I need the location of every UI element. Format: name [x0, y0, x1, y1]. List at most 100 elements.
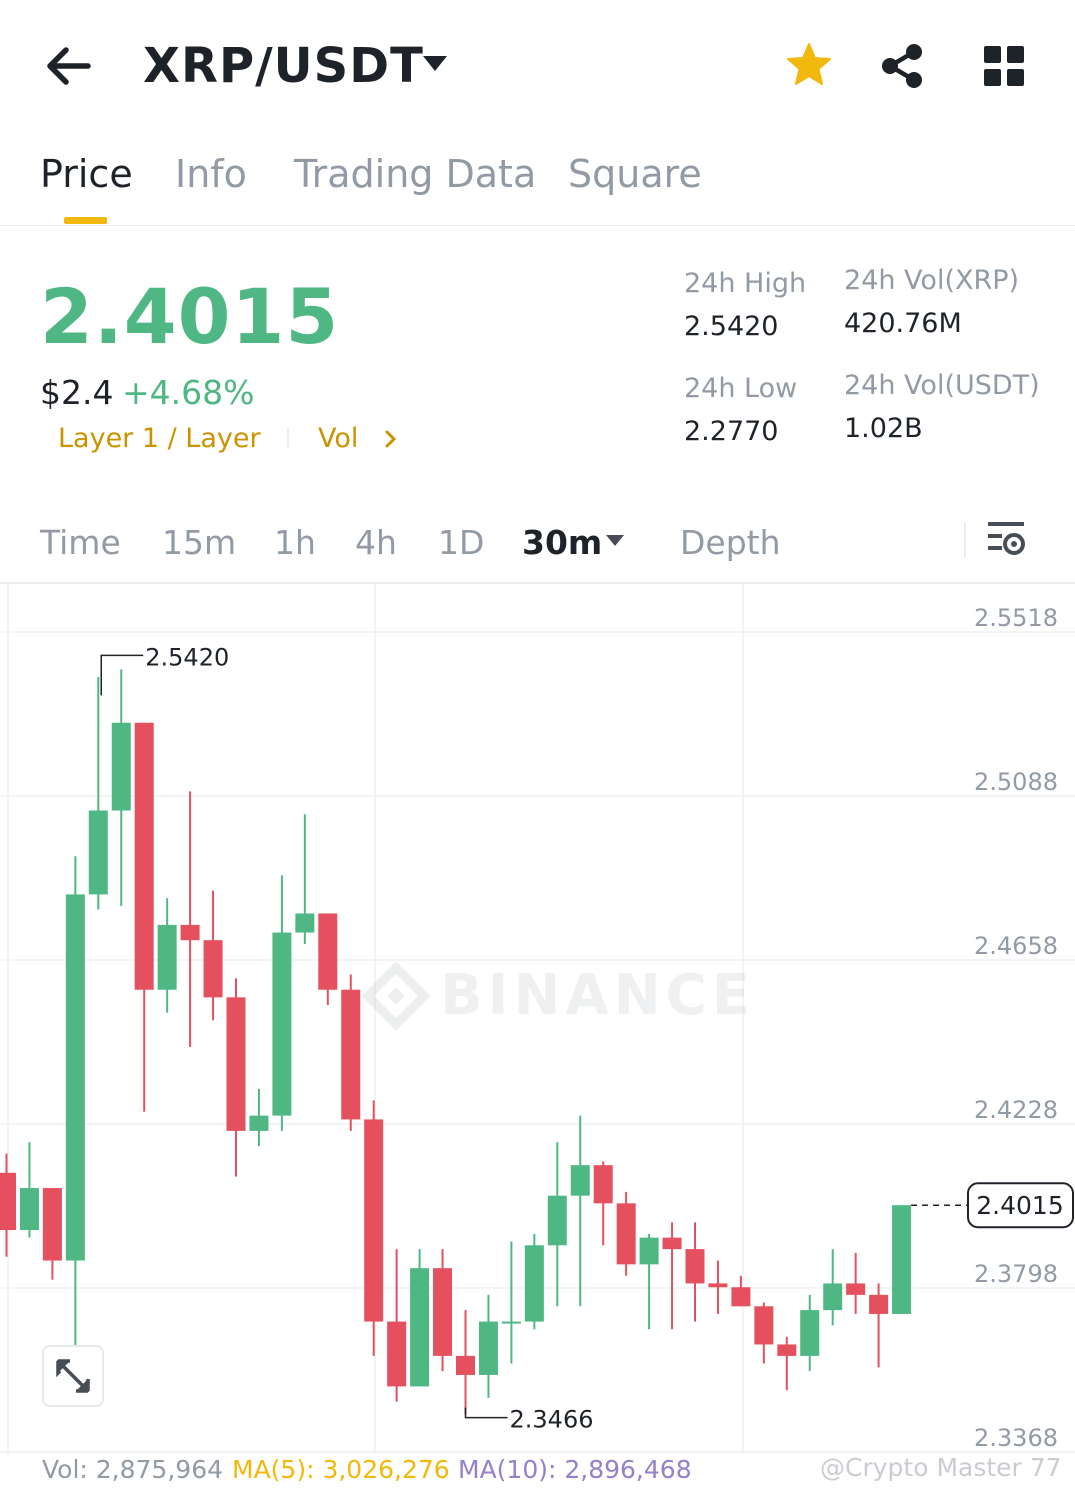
- stat-24h-high: 2.5420: [684, 311, 779, 342]
- fullscreen-button[interactable]: [42, 1345, 104, 1407]
- candle-body: [524, 1245, 544, 1322]
- stat-24h-vol-xrp-label: 24h Vol(XRP): [844, 265, 1020, 296]
- candle-body: [42, 1188, 62, 1261]
- candle-body: [157, 924, 177, 990]
- candle-body: [777, 1344, 797, 1356]
- pair-selector[interactable]: [420, 52, 450, 76]
- candle-body: [341, 989, 361, 1120]
- candlestick-chart[interactable]: BINANCE 2.5420 2.3466 2.5518 2.5088 2.4658 2…: [0, 584, 1075, 1454]
- last-price: 2.4015: [40, 272, 340, 361]
- author-watermark: @Crypto Master 77: [820, 1453, 1062, 1482]
- expand-icon: [56, 1359, 90, 1393]
- interval-30m[interactable]: 30m: [522, 523, 602, 562]
- share-icon: [882, 44, 922, 88]
- candle-body: [478, 1321, 498, 1375]
- y-axis-label: 2.4658: [974, 932, 1058, 960]
- candle-body: [708, 1283, 728, 1288]
- candle-body: [662, 1237, 682, 1250]
- candle-body: [547, 1195, 567, 1246]
- y-axis-label: 2.3368: [974, 1424, 1058, 1452]
- interval-15m[interactable]: 15m: [162, 523, 236, 562]
- candle-body: [203, 940, 223, 998]
- candle-body: [0, 1172, 16, 1231]
- category-tag[interactable]: Layer 1 / Layer: [58, 423, 261, 454]
- tab-divider: [0, 225, 1075, 226]
- binance-watermark: BINANCE: [361, 961, 755, 1031]
- y-axis-label: 2.5088: [974, 768, 1058, 796]
- tag-separator: [287, 428, 289, 448]
- stat-24h-vol-usdt-label: 24h Vol(USDT): [844, 370, 1040, 401]
- price-change-percent: +4.68%: [122, 373, 255, 412]
- candle-body: [272, 932, 292, 1116]
- candle-body: [180, 924, 200, 941]
- binance-watermark-text: BINANCE: [440, 963, 755, 1028]
- candle-body: [823, 1283, 843, 1311]
- candle-body: [754, 1306, 774, 1345]
- high-marker-label: 2.5420: [145, 643, 229, 671]
- caret-down-icon: [423, 56, 447, 71]
- usd-price: $2.4: [40, 373, 114, 412]
- interval-1h[interactable]: 1h: [274, 523, 316, 562]
- candle-body: [616, 1203, 636, 1265]
- candle-body: [731, 1287, 751, 1307]
- share-button[interactable]: [878, 42, 926, 90]
- low-marker-line: [464, 1407, 508, 1419]
- tab-info[interactable]: Info: [175, 152, 247, 196]
- y-axis-label: 2.5518: [974, 604, 1058, 632]
- candle-body: [892, 1205, 912, 1314]
- ma5-readout: MA(5): 3,026,276: [232, 1455, 450, 1484]
- candle-body: [19, 1188, 39, 1231]
- chevron-right-icon[interactable]: [382, 428, 400, 450]
- y-axis-label: 2.4228: [974, 1096, 1058, 1124]
- candle-body: [134, 722, 154, 990]
- stat-24h-vol-xrp: 420.76M: [844, 308, 962, 339]
- vol-tag[interactable]: Vol: [318, 423, 358, 454]
- tab-trading-data[interactable]: Trading Data: [294, 152, 536, 196]
- candle-body: [318, 913, 338, 990]
- interval-depth[interactable]: Depth: [680, 523, 781, 562]
- active-tab-indicator: [64, 217, 107, 224]
- stat-24h-low: 2.2770: [684, 416, 779, 447]
- back-arrow-icon: [47, 47, 91, 85]
- candle-body: [226, 997, 246, 1131]
- interval-1d[interactable]: 1D: [438, 523, 484, 562]
- candle-body: [410, 1268, 430, 1387]
- pair-title[interactable]: XRP/USDT: [143, 38, 424, 94]
- low-marker-label: 2.3466: [510, 1406, 594, 1434]
- candle-body: [800, 1310, 820, 1356]
- chart-settings-button[interactable]: [986, 520, 1030, 560]
- candle-body: [111, 722, 131, 811]
- volume-readout: Vol: 2,875,964: [42, 1455, 224, 1484]
- ma10-readout: MA(10): 2,896,468: [458, 1455, 692, 1484]
- interval-separator: [964, 522, 966, 558]
- candle-body: [869, 1294, 889, 1314]
- candle-body: [846, 1283, 866, 1295]
- candle-body: [593, 1165, 613, 1204]
- interval-time[interactable]: Time: [40, 523, 121, 562]
- candle-body: [501, 1321, 521, 1324]
- stat-24h-low-label: 24h Low: [684, 373, 798, 404]
- more-menu-button[interactable]: [982, 44, 1026, 88]
- candle-body: [685, 1249, 705, 1284]
- stat-24h-high-label: 24h High: [684, 268, 807, 299]
- grid-icon: [984, 46, 1024, 86]
- current-price-label: 2.4015: [976, 1191, 1063, 1220]
- candle-body: [639, 1237, 659, 1265]
- candle-body: [65, 894, 85, 1261]
- interval-dropdown[interactable]: [604, 532, 626, 550]
- candle-body: [456, 1355, 475, 1375]
- caret-down-icon: [606, 535, 624, 546]
- tab-price[interactable]: Price: [40, 152, 133, 196]
- candle-body: [570, 1165, 590, 1196]
- star-icon: [787, 43, 831, 85]
- candle-body: [249, 1115, 269, 1131]
- y-axis-label: 2.3798: [974, 1260, 1058, 1288]
- interval-4h[interactable]: 4h: [355, 523, 397, 562]
- back-button[interactable]: [40, 40, 96, 92]
- stat-24h-vol-usdt: 1.02B: [844, 413, 923, 444]
- favorite-button[interactable]: [784, 40, 834, 90]
- candle-body: [387, 1321, 407, 1387]
- tab-square[interactable]: Square: [568, 152, 702, 196]
- chart-settings-icon: [988, 522, 1025, 555]
- candle-body: [88, 810, 108, 895]
